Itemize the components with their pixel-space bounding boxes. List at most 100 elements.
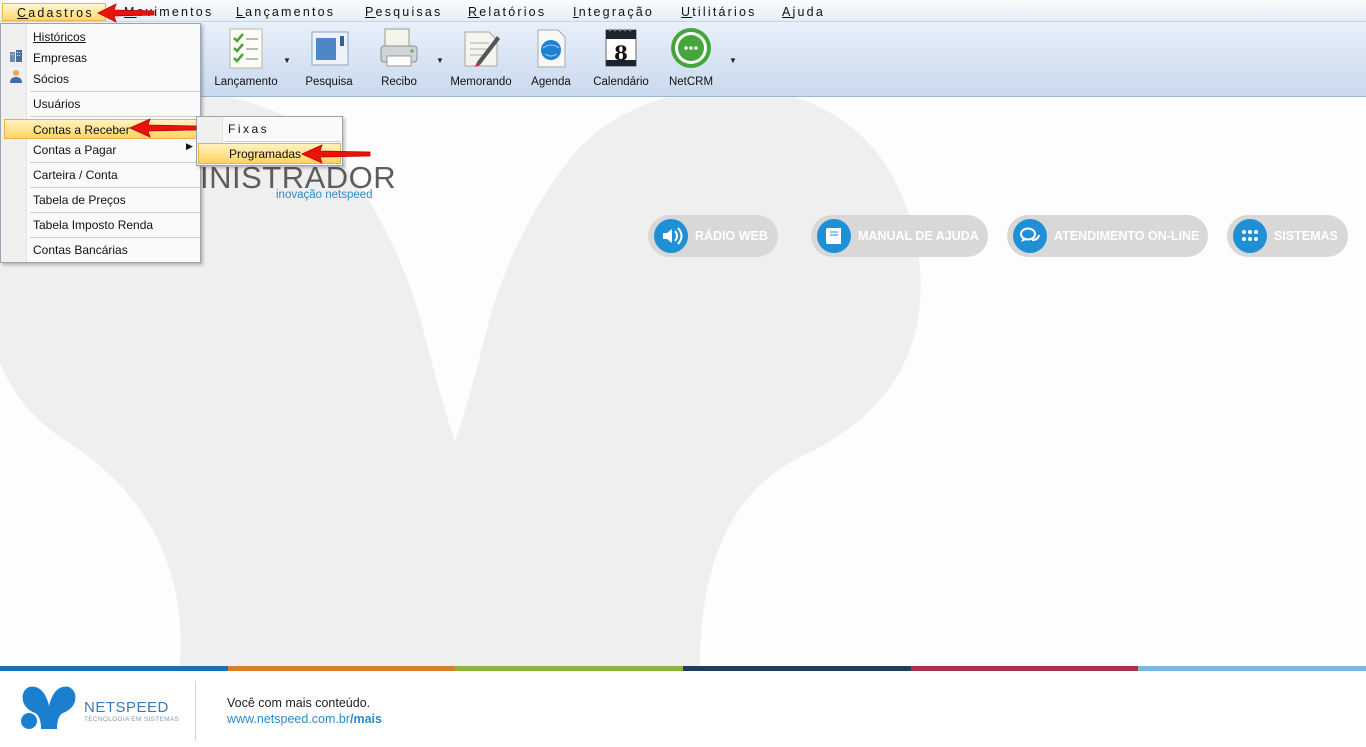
- submenu-item-fixas[interactable]: Fixas: [198, 119, 341, 140]
- menu-accelerator-letter: I: [573, 5, 579, 19]
- footer-link[interactable]: www.netspeed.com.br/mais: [227, 712, 382, 726]
- menu-accelerator-letter: L: [236, 5, 246, 19]
- calendario-label: Calendário: [593, 76, 649, 88]
- menu-pesquisas-label: Pesquisas: [365, 5, 443, 19]
- agenda-globe-icon: [537, 29, 566, 68]
- menu-item-empresas-label: Empresas: [33, 51, 88, 65]
- netcrm-button[interactable]: NetCRM: [656, 26, 726, 92]
- menu-utilitarios[interactable]: Utilitários: [681, 3, 757, 21]
- grid-dots-icon: [1233, 219, 1267, 253]
- menu-item-empresas[interactable]: Empresas: [28, 48, 200, 68]
- chat-icon: [1013, 219, 1047, 253]
- menu-lancamentos[interactable]: Lançamentos: [236, 3, 335, 21]
- menu-separator: [30, 187, 200, 188]
- lancamento-button[interactable]: Lançamento: [211, 26, 281, 92]
- menu-cadastros-label: Cadastros: [17, 6, 94, 20]
- footer-brand-subtitle: TECNOLOGIA EM SISTEMAS: [84, 716, 180, 723]
- search-window-icon: [311, 31, 349, 66]
- recibo-dropdown-arrow-icon[interactable]: ▼: [436, 56, 444, 65]
- netspeed-logo-icon: [21, 686, 76, 729]
- footer-brand-name: NETSPEED: [84, 699, 169, 716]
- menu-item-carteira-conta-label: Carteira / Conta: [33, 168, 118, 182]
- menu-item-tabela-imposto-renda[interactable]: Tabela Imposto Renda: [28, 215, 200, 235]
- checklist-icon: [229, 28, 263, 69]
- memo-pen-icon: [464, 31, 500, 67]
- menu-relatorios-label: Relatórios: [468, 5, 547, 19]
- radio-web-label: RÁDIO WEB: [695, 229, 768, 243]
- submenu-arrow-icon: ▶: [186, 141, 193, 151]
- toolbar: Lançamento ▼ Pesquisa Recibo ▼ Memorando: [0, 22, 1366, 97]
- menu-item-usuarios[interactable]: Usuários: [28, 94, 200, 114]
- menu-accelerator-letter: C: [17, 6, 29, 20]
- sistemas-label: SISTEMAS: [1274, 229, 1338, 243]
- menu-item-historicos-label: Históricos: [33, 30, 86, 44]
- pesquisa-label: Pesquisa: [305, 76, 353, 88]
- netcrm-dropdown-arrow-icon[interactable]: ▼: [729, 56, 737, 65]
- menu-accelerator-letter: U: [681, 5, 693, 19]
- footer-link-path: /mais: [349, 712, 382, 726]
- menu-item-contas-bancarias-label: Contas Bancárias: [33, 243, 128, 257]
- menu-item-tabela-precos-label: Tabela de Preços: [33, 193, 126, 207]
- menu-separator: [30, 212, 200, 213]
- menu-item-contas-receber-label: Contas a Receber: [33, 123, 130, 137]
- speaker-icon: [654, 219, 688, 253]
- calendar-day: 8: [614, 41, 628, 65]
- menu-ajuda[interactable]: Ajuda: [782, 3, 825, 21]
- annotation-arrow-icon: [301, 144, 371, 164]
- menu-pesquisas[interactable]: Pesquisas: [365, 3, 442, 21]
- manual-ajuda-label: MANUAL DE AJUDA: [858, 229, 979, 243]
- brand-tagline: inovação netspeed: [276, 189, 373, 201]
- menu-ajuda-label: Ajuda: [782, 5, 825, 19]
- menu-item-socios-label: Sócios: [33, 72, 70, 86]
- menu-separator: [225, 141, 341, 142]
- menu-integracao-label: Integração: [573, 5, 655, 19]
- manual-ajuda-button[interactable]: MANUAL DE AJUDA: [811, 215, 988, 257]
- cadastros-dropdown-menu: Históricos Empresas Sócios Usuários Cont…: [0, 23, 201, 263]
- atendimento-online-button[interactable]: ATENDIMENTO ON-LINE: [1007, 215, 1208, 257]
- chat-bubble-icon: [671, 28, 711, 68]
- recibo-button[interactable]: Recibo: [364, 26, 434, 92]
- menu-item-contas-pagar[interactable]: Contas a Pagar: [28, 140, 200, 160]
- submenu-item-fixas-label: Fixas: [228, 122, 270, 136]
- menu-separator: [30, 91, 200, 92]
- menu-item-historicos[interactable]: Históricos: [28, 27, 200, 47]
- menu-item-tabela-precos[interactable]: Tabela de Preços: [28, 190, 200, 210]
- radio-web-button[interactable]: RÁDIO WEB: [648, 215, 778, 257]
- menu-lancamentos-label: Lançamentos: [236, 5, 336, 19]
- pesquisa-button[interactable]: Pesquisa: [294, 26, 364, 92]
- menu-cadastros[interactable]: Cadastros: [2, 3, 106, 21]
- menubar: Cadastros Movimentos Lançamentos Pesquis…: [0, 0, 1366, 22]
- agenda-button[interactable]: Agenda: [516, 26, 586, 92]
- annotation-arrow-icon: [97, 3, 155, 23]
- footer-slogan: Você com mais conteúdo.: [227, 696, 371, 710]
- agenda-label: Agenda: [531, 76, 571, 88]
- menu-item-usuarios-label: Usuários: [33, 97, 81, 111]
- menu-utilitarios-label: Utilitários: [681, 5, 757, 19]
- menu-integracao[interactable]: Integração: [573, 3, 654, 21]
- menu-item-carteira-conta[interactable]: Carteira / Conta: [28, 165, 200, 185]
- memorando-label: Memorando: [450, 76, 512, 88]
- menu-item-socios[interactable]: Sócios: [28, 69, 200, 89]
- printer-receipt-icon: [380, 28, 418, 67]
- menu-relatorios[interactable]: Relatórios: [468, 3, 546, 21]
- netcrm-label: NetCRM: [668, 76, 714, 88]
- calendario-button[interactable]: 8 Calendário: [586, 26, 656, 92]
- recibo-label: Recibo: [381, 76, 417, 88]
- menu-item-contas-pagar-label: Contas a Pagar: [33, 143, 117, 157]
- lancamento-dropdown-arrow-icon[interactable]: ▼: [283, 56, 291, 65]
- lancamento-label: Lançamento: [214, 76, 278, 88]
- menu-item-contas-bancarias[interactable]: Contas Bancárias: [28, 240, 200, 260]
- buildings-icon: [10, 50, 22, 62]
- memorando-button[interactable]: Memorando: [446, 26, 516, 92]
- annotation-arrow-icon: [129, 118, 197, 138]
- sistemas-button[interactable]: SISTEMAS: [1227, 215, 1348, 257]
- footer-divider: [195, 681, 196, 741]
- submenu-item-programadas-label: Programadas: [229, 147, 302, 161]
- menu-separator: [30, 162, 200, 163]
- menu-separator: [30, 237, 200, 238]
- atendimento-online-label: ATENDIMENTO ON-LINE: [1054, 229, 1200, 243]
- menu-accelerator-letter: P: [365, 5, 376, 19]
- menu-accelerator-letter: A: [782, 5, 793, 19]
- menu-accelerator-letter: R: [468, 5, 480, 19]
- footer-link-domain: www.netspeed.com.br: [227, 712, 350, 726]
